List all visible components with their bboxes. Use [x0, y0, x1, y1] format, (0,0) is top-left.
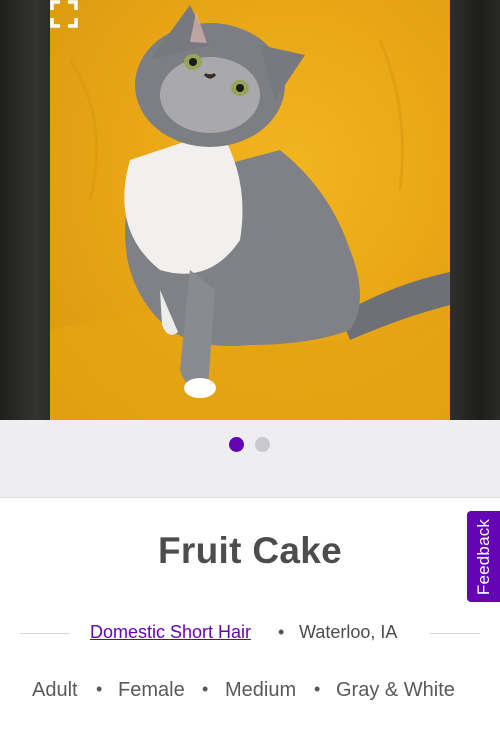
breed-link[interactable]: Domestic Short Hair	[90, 622, 251, 643]
pet-traits: Adult • Female • Medium • Gray & White	[0, 679, 500, 707]
carousel-dot-2[interactable]	[255, 437, 270, 452]
next-photo-peek[interactable]	[450, 0, 500, 420]
trait-separator: •	[96, 679, 103, 699]
feedback-tab-button[interactable]: Feedback	[467, 511, 500, 602]
pet-photo[interactable]	[50, 0, 450, 420]
photo-carousel[interactable]	[0, 0, 500, 420]
pet-location: Waterloo, IA	[299, 622, 398, 642]
trait-separator: •	[202, 679, 209, 699]
divider-line-right	[430, 633, 480, 634]
cat-photo-illustration	[50, 5, 450, 420]
carousel-dot-1-active[interactable]	[229, 437, 244, 452]
carousel-pagination	[0, 420, 500, 498]
previous-photo-peek[interactable]	[0, 0, 50, 420]
pet-name: Fruit Cake	[158, 530, 342, 571]
feedback-label: Feedback	[473, 518, 493, 595]
meta-separator: •	[278, 622, 285, 642]
pet-meta-row: Domestic Short Hair • Waterloo, IA	[0, 620, 500, 646]
trait-separator: •	[314, 679, 321, 699]
trait-color: Gray & White	[336, 679, 455, 701]
trait-size: Medium	[225, 679, 297, 701]
trait-gender: Female	[118, 679, 185, 701]
trait-age: Adult	[32, 679, 78, 701]
divider-line-left	[20, 633, 70, 634]
fullscreen-expand-icon[interactable]	[50, 0, 78, 28]
